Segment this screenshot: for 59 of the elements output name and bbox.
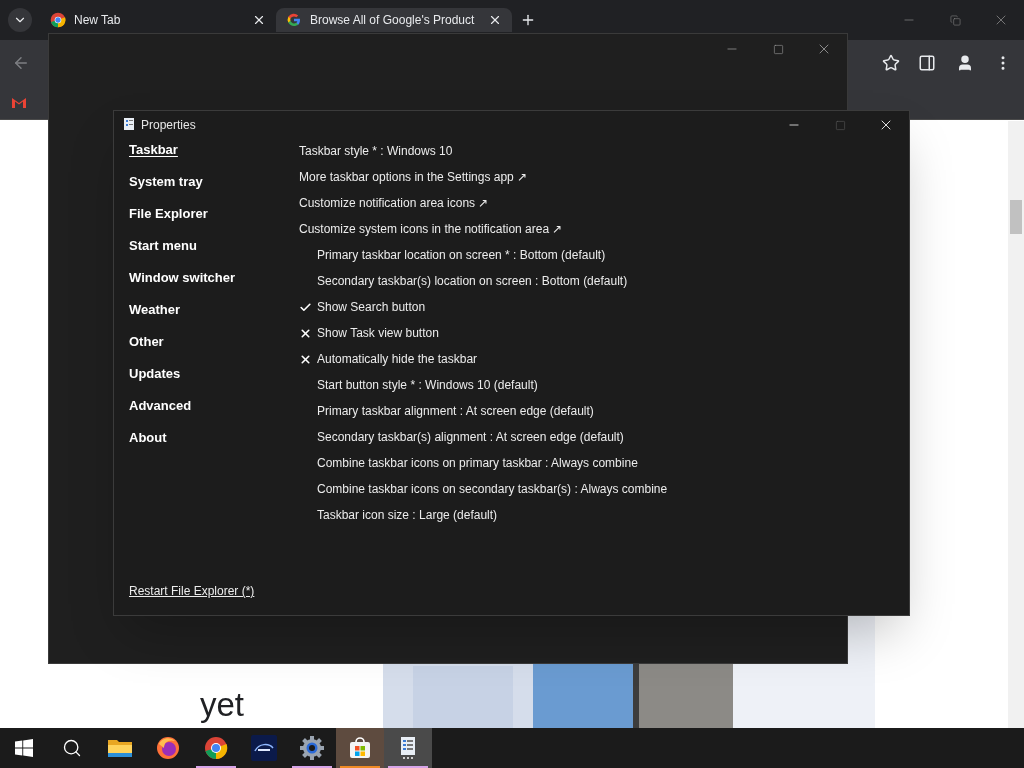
- toggle-option[interactable]: Automatically hide the taskbar: [317, 350, 478, 368]
- setting-item[interactable]: Taskbar icon size : Large (default): [299, 506, 668, 524]
- toggle-option[interactable]: Show Search button: [317, 298, 426, 316]
- page-heading: yet: [200, 685, 245, 725]
- setting-item[interactable]: Customize system icons in the notification area ↗: [299, 220, 668, 238]
- streaming-app-icon: [251, 735, 277, 761]
- restart-link[interactable]: Restart File Explorer (*): [129, 584, 255, 598]
- cross-icon: [299, 326, 312, 340]
- taskbar-button[interactable]: [336, 728, 384, 768]
- app-window-icon: [398, 736, 418, 760]
- setting-item[interactable]: Primary taskbar alignment : At screen edge (default): [299, 402, 668, 420]
- firefox-icon: [156, 736, 180, 760]
- new-tab-icon[interactable]: [520, 12, 536, 28]
- windows-logo-icon: [15, 739, 33, 757]
- sidebar-item[interactable]: Advanced: [129, 397, 192, 415]
- shopping-bag-icon: [348, 736, 372, 760]
- bookmark-star-icon[interactable]: [882, 53, 900, 72]
- tab-title: New Tab: [74, 12, 122, 29]
- gear-icon: [299, 735, 325, 761]
- side-panel-icon[interactable]: [918, 53, 936, 72]
- sidebar-item[interactable]: Other: [129, 333, 164, 351]
- mail-icon[interactable]: [12, 96, 26, 108]
- search-icon: [62, 738, 82, 758]
- sidebar-item[interactable]: File Explorer: [129, 205, 208, 223]
- close-tab-icon[interactable]: [488, 13, 502, 27]
- taskbar-button[interactable]: [384, 728, 432, 768]
- tab-title: Browse All of Google's Product: [310, 12, 476, 29]
- setting-item[interactable]: Secondary taskbar(s) location on screen : Bottom (default): [299, 272, 668, 290]
- window-title: Properties: [141, 117, 196, 134]
- sidebar-item[interactable]: Start menu: [129, 237, 197, 255]
- app-window-icon: [123, 118, 135, 132]
- chrome-icon: [204, 736, 228, 760]
- setting-item[interactable]: Combine taskbar icons on primary taskbar : Always combine: [299, 454, 668, 472]
- setting-item[interactable]: More taskbar options in the Settings app ↗: [299, 168, 668, 186]
- cross-icon: [299, 352, 312, 366]
- setting-item[interactable]: Primary taskbar location on screen * : Bottom (default): [299, 246, 668, 264]
- scrollbar[interactable]: [1008, 121, 1024, 728]
- sidebar-item[interactable]: Updates: [129, 365, 181, 383]
- sidebar-item[interactable]: Taskbar: [129, 141, 178, 159]
- browser-tab[interactable]: Browse All of Google's Product: [276, 8, 512, 32]
- sidebar-item[interactable]: System tray: [129, 173, 203, 191]
- sidebar-item[interactable]: About: [129, 429, 167, 447]
- setting-item[interactable]: Taskbar style * : Windows 10: [299, 142, 668, 160]
- google-icon: [286, 12, 302, 28]
- browser-tab[interactable]: New Tab: [40, 8, 276, 32]
- setting-item[interactable]: Secondary taskbar(s) alignment : At screen edge (default): [299, 428, 668, 446]
- maximize-icon[interactable]: [772, 43, 784, 55]
- check-icon: [299, 300, 312, 314]
- close-tab-icon[interactable]: [252, 13, 266, 27]
- setting-item[interactable]: Customize notification area icons ↗: [299, 194, 668, 212]
- scrollbar-thumb[interactable]: [1010, 200, 1022, 234]
- sidebar-item[interactable]: Weather: [129, 301, 181, 319]
- tab-search-button[interactable]: [8, 8, 32, 32]
- chrome-icon: [50, 12, 66, 28]
- folder-icon: [107, 737, 133, 759]
- sidebar-item[interactable]: Window switcher: [129, 269, 236, 287]
- toggle-option[interactable]: Show Task view button: [317, 324, 439, 342]
- setting-item[interactable]: Start button style * : Windows 10 (default): [299, 376, 668, 394]
- setting-item[interactable]: Combine taskbar icons on secondary taskbar(s) : Always combine: [299, 480, 668, 498]
